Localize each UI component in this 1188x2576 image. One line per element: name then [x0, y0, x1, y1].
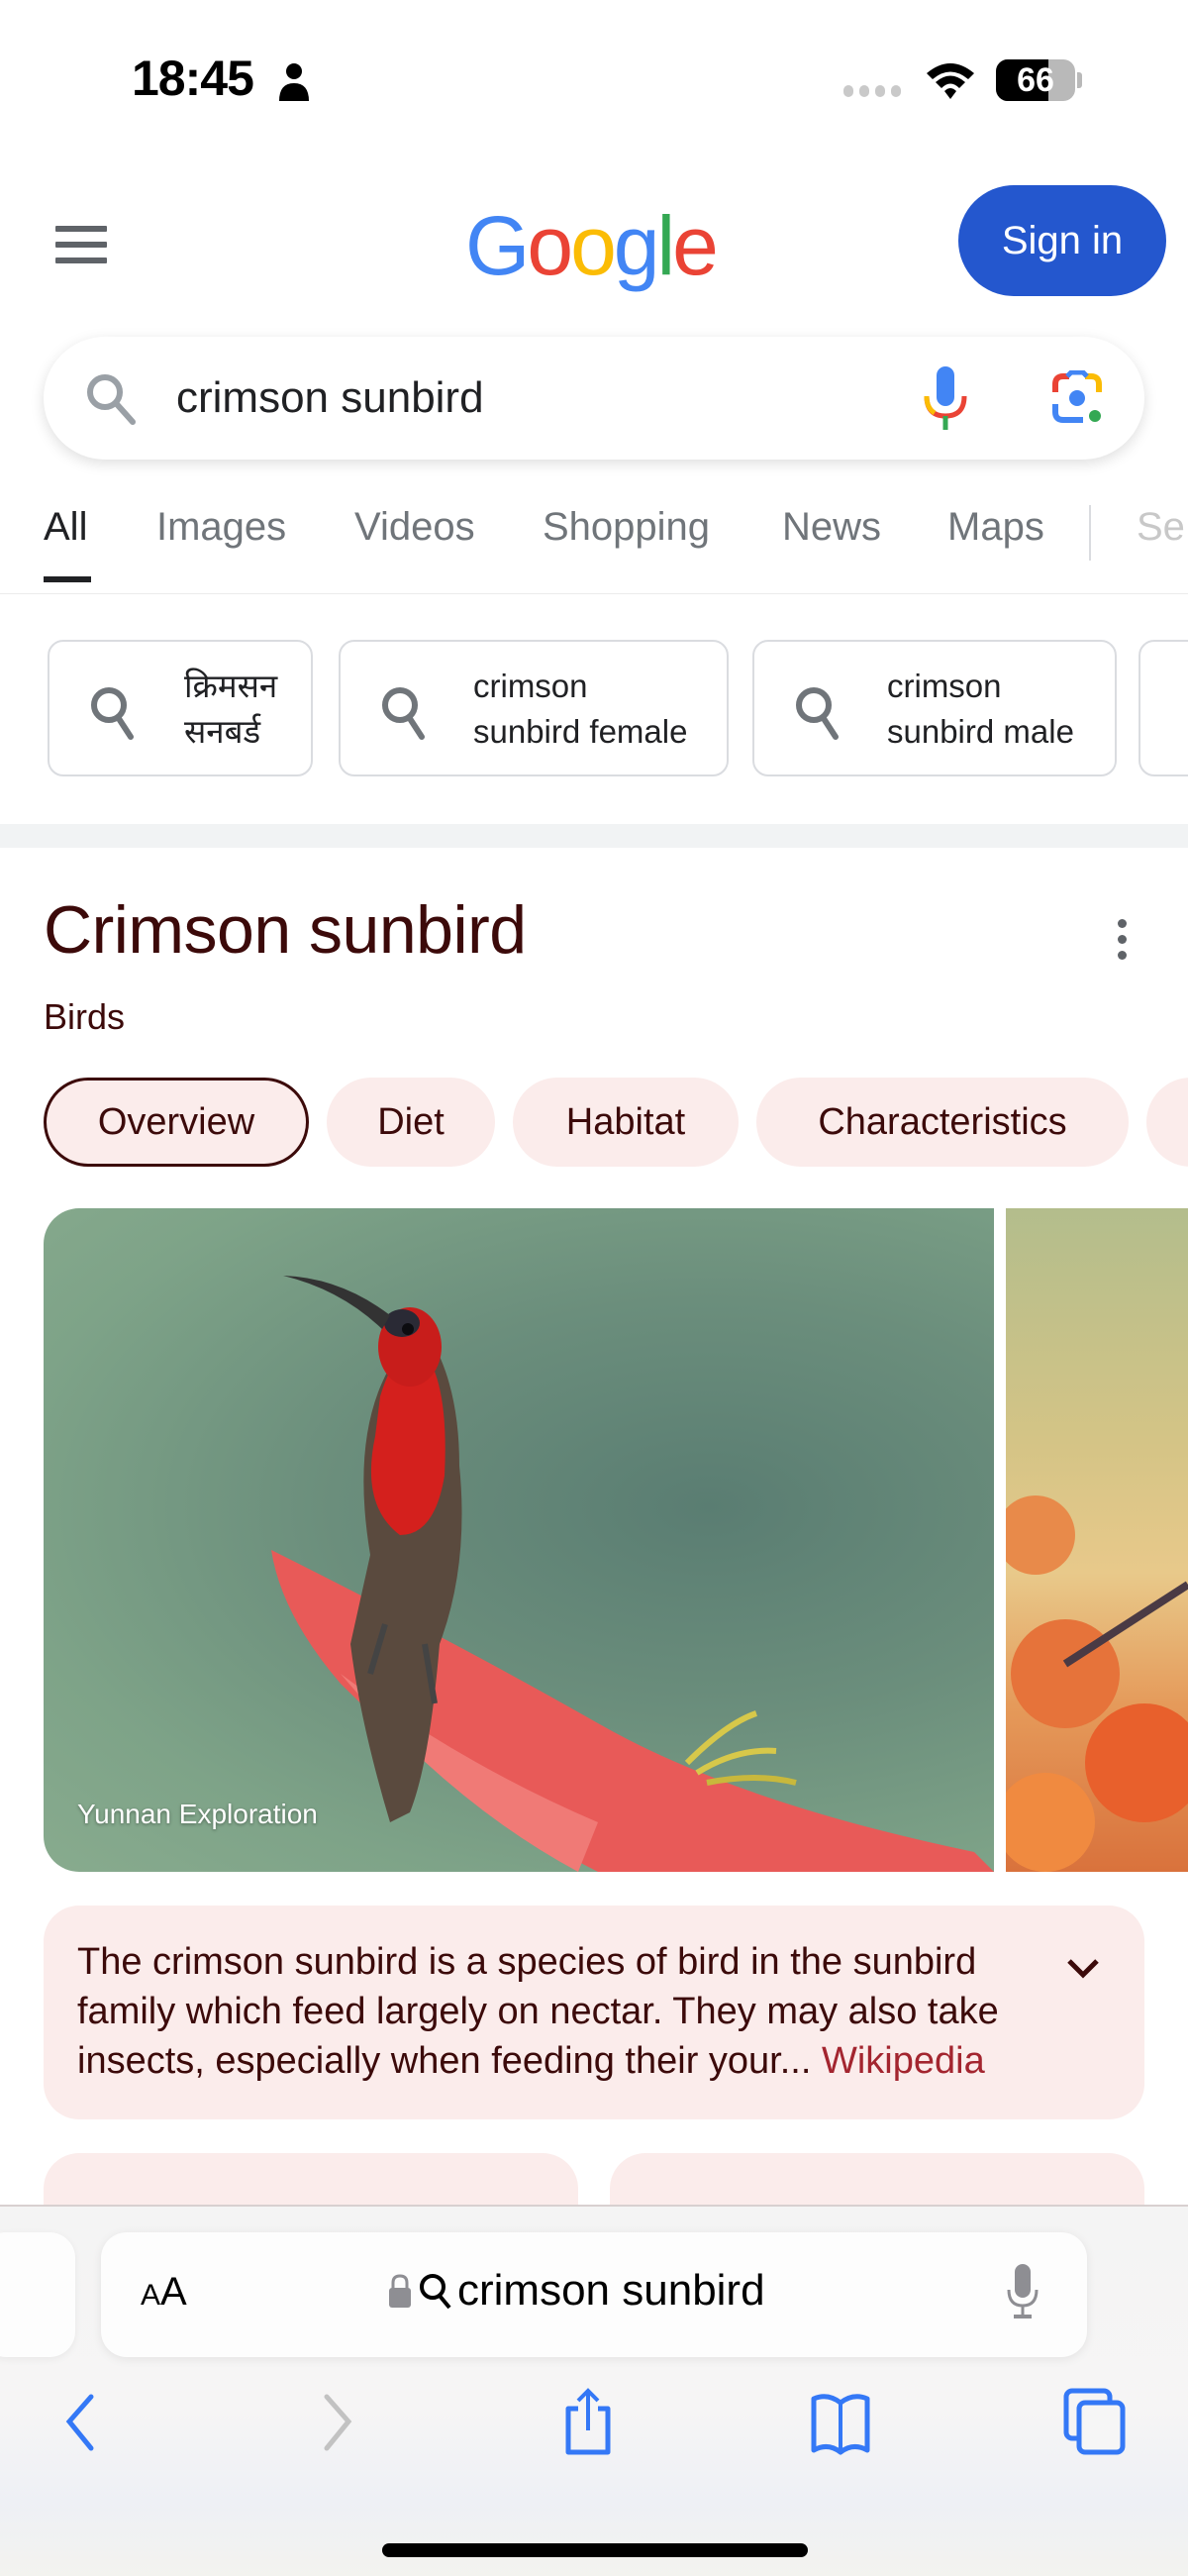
forward-icon[interactable]: [319, 2387, 358, 2456]
mic-icon[interactable]: [923, 366, 968, 430]
back-icon[interactable]: [59, 2387, 99, 2456]
battery-level: 66: [1017, 61, 1054, 99]
url-text: crimson sunbird: [457, 2266, 765, 2315]
tab-all[interactable]: All: [44, 505, 87, 550]
chevron-down-icon[interactable]: [1063, 1955, 1103, 1983]
tab-divider: [1089, 505, 1091, 561]
kp-tab-diet[interactable]: Diet: [327, 1078, 495, 1167]
logo-letter: l: [656, 199, 676, 292]
active-tab-indicator: [44, 576, 91, 582]
bookmarks-icon[interactable]: [808, 2387, 873, 2456]
kp-tab-characteristics[interactable]: Characteristics: [756, 1078, 1129, 1167]
google-lens-icon[interactable]: [1049, 370, 1105, 426]
section-separator: [0, 824, 1188, 848]
search-input[interactable]: [176, 361, 909, 436]
more-options-icon[interactable]: [1111, 919, 1133, 963]
sign-in-button[interactable]: Sign in: [958, 185, 1166, 296]
kp-tab-habitat[interactable]: Habitat: [513, 1078, 739, 1167]
search-icon: [420, 2274, 451, 2310]
reader-settings-button[interactable]: AA: [141, 2270, 187, 2315]
related-search-chip[interactable]: crimson sunbird male: [752, 640, 1117, 776]
description-card: The crimson sunbird is a species of bird…: [44, 1906, 1144, 2119]
address-bar[interactable]: AA crimson sunbird: [101, 2232, 1087, 2357]
knowledge-panel-title: Crimson sunbird: [44, 892, 527, 968]
url-display[interactable]: crimson sunbird: [388, 2266, 765, 2316]
previous-tab-preview[interactable]: [0, 2232, 75, 2357]
logo-letter: e: [672, 199, 719, 292]
crimson-sunbird-illustration: [271, 1276, 994, 1872]
tab-maps[interactable]: Maps: [947, 505, 1044, 550]
wikipedia-link[interactable]: Wikipedia: [822, 2040, 985, 2082]
logo-letter: o: [570, 199, 617, 292]
logo-letter: g: [613, 199, 660, 292]
status-time: 18:45: [132, 51, 254, 106]
related-search-text: क्रिमसन सनबर्ड: [184, 668, 278, 750]
home-indicator: [382, 2543, 808, 2557]
description-text: The crimson sunbird is a species of bird…: [77, 1937, 1057, 2086]
tab-more[interactable]: Se: [1137, 505, 1185, 550]
related-search-text: crimson sunbird female: [473, 668, 688, 750]
related-search-chip[interactable]: crimson sunbird female: [339, 640, 729, 776]
search-icon: [382, 687, 425, 740]
search-box: [44, 337, 1144, 460]
hamburger-menu-icon[interactable]: [55, 226, 109, 267]
bird-image-main[interactable]: Yunnan Exploration: [44, 1208, 994, 1872]
bird-image-secondary[interactable]: [1006, 1208, 1188, 1872]
image-credit: Yunnan Exploration: [77, 1799, 318, 1829]
status-bar: 18:45 66: [0, 0, 1188, 158]
search-icon: [796, 687, 839, 740]
related-searches: क्रिमसन सनबर्ड crimson sunbird female crim…: [0, 594, 1188, 824]
mic-icon[interactable]: [1006, 2264, 1040, 2319]
share-icon[interactable]: [560, 2387, 616, 2456]
google-logo[interactable]: Google: [465, 198, 719, 294]
wifi-icon: [927, 63, 974, 99]
related-search-text: crimson sunbird male: [887, 668, 1074, 750]
logo-letter: o: [527, 199, 573, 292]
knowledge-panel-subtitle: Birds: [44, 996, 126, 1037]
lock-icon: [389, 2274, 411, 2308]
related-search-chip-partial[interactable]: [1138, 640, 1188, 776]
tab-videos[interactable]: Videos: [354, 505, 475, 550]
logo-letter: G: [465, 199, 530, 292]
kp-tab-partial[interactable]: [1146, 1078, 1188, 1167]
search-tabs: All Images Videos Shopping News Maps Se: [0, 485, 1188, 594]
tab-images[interactable]: Images: [156, 505, 286, 550]
person-icon: [279, 63, 309, 101]
knowledge-panel-tabs: Overview Diet Habitat Characteristics: [0, 1078, 1188, 1169]
tab-news[interactable]: News: [782, 505, 881, 550]
cellular-signal-icon: [843, 85, 901, 97]
battery-icon: 66: [996, 59, 1082, 101]
google-header: Google Sign in: [0, 158, 1188, 337]
search-icon: [91, 687, 134, 740]
related-search-chip[interactable]: क्रिमसन सनबर्ड: [48, 640, 313, 776]
tabs-icon[interactable]: [1063, 2387, 1127, 2456]
search-icon[interactable]: [83, 370, 139, 426]
tab-shopping[interactable]: Shopping: [543, 505, 710, 550]
kp-tab-overview[interactable]: Overview: [44, 1078, 309, 1167]
flower-bird-illustration: [1006, 1495, 1188, 1872]
